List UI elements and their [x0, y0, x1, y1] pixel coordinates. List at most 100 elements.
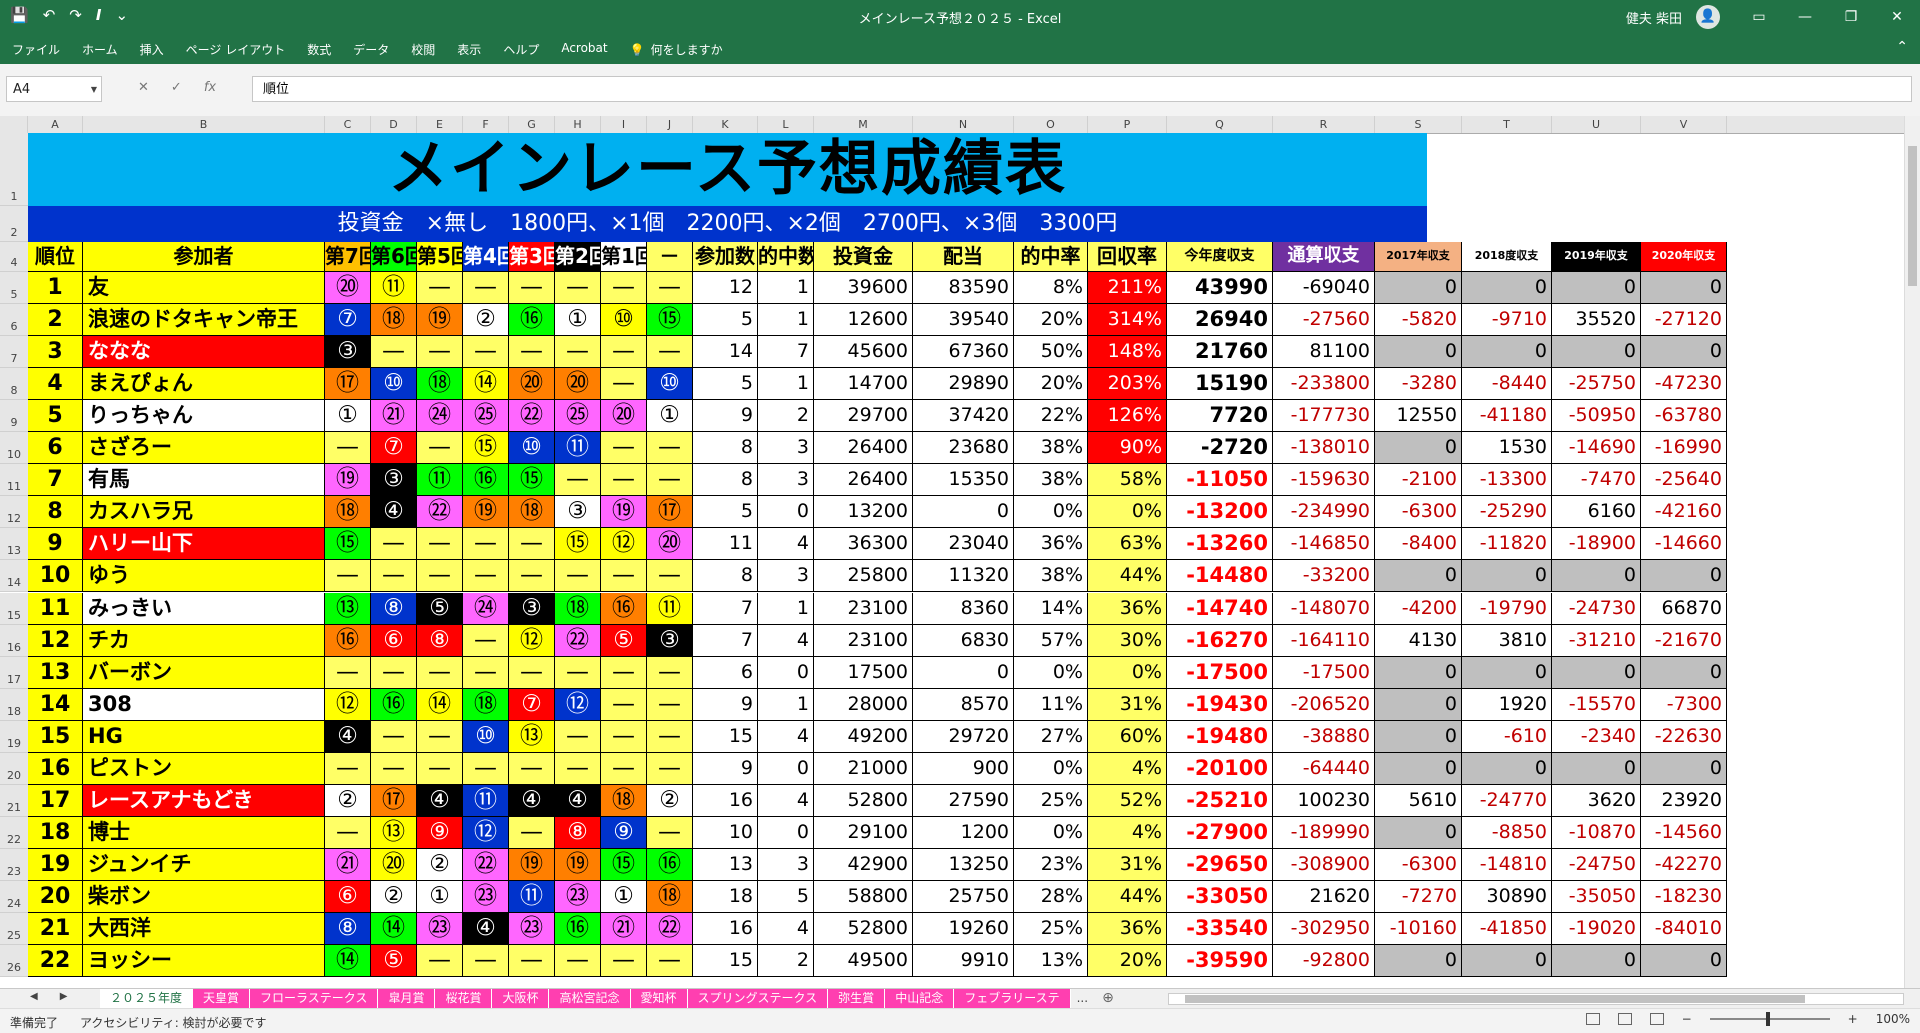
payout-cell[interactable]: 23040 [913, 528, 1014, 561]
race-result-cell[interactable]: ⑬ [371, 816, 417, 849]
race-result-cell[interactable]: — [555, 272, 601, 305]
row-header-5[interactable]: 5 [0, 272, 28, 305]
race-result-cell[interactable]: ㉕ [555, 400, 601, 433]
race-result-cell[interactable]: — [647, 560, 693, 593]
recovery-rate-cell[interactable]: 44% [1088, 880, 1167, 913]
race-result-cell[interactable]: ⑩ [371, 368, 417, 401]
race-result-cell[interactable]: — [555, 336, 601, 369]
column-header-I[interactable]: I [601, 116, 647, 133]
row-header-7[interactable]: 7 [0, 336, 28, 369]
participant-name-cell[interactable]: まえぴょん [83, 368, 325, 401]
investment-cell[interactable]: 39600 [814, 272, 913, 305]
race-result-cell[interactable]: — [601, 656, 647, 689]
yearly-balance-2018-cell[interactable]: 1920 [1462, 688, 1552, 721]
participant-name-cell[interactable]: みっきい [83, 592, 325, 625]
race-result-cell[interactable]: ⑯ [601, 592, 647, 625]
insert-function-icon[interactable]: fx [204, 80, 216, 95]
race-result-cell[interactable]: ⑱ [601, 784, 647, 817]
payout-cell[interactable]: 8360 [913, 592, 1014, 625]
ribbon-tab-2[interactable]: 挿入 [140, 41, 164, 58]
column-header-M[interactable]: M [814, 116, 913, 133]
column-header-G[interactable]: G [509, 116, 555, 133]
yearly-balance-2020-cell[interactable]: -14660 [1641, 528, 1727, 561]
race-result-cell[interactable]: — [555, 656, 601, 689]
ribbon-tab-5[interactable]: データ [353, 41, 389, 58]
race-result-cell[interactable]: ⑯ [509, 304, 555, 337]
race-result-cell[interactable]: ⑭ [325, 945, 371, 978]
header-cell-N[interactable]: 配当 [913, 242, 1014, 272]
race-result-cell[interactable]: — [463, 272, 509, 305]
race-result-cell[interactable]: ㉓ [509, 913, 555, 946]
total-balance-cell[interactable]: -69040 [1273, 272, 1375, 305]
row-header-13[interactable]: 13 [0, 528, 28, 561]
yearly-balance-2019-cell[interactable]: -31210 [1552, 624, 1641, 657]
season-balance-cell[interactable]: -11050 [1167, 464, 1273, 497]
column-header-D[interactable]: D [371, 116, 417, 133]
yearly-balance-2017-cell[interactable]: 0 [1375, 688, 1462, 721]
yearly-balance-2019-cell[interactable]: 0 [1552, 752, 1641, 785]
header-cell-B[interactable]: 参加者 [83, 242, 325, 272]
hit-count-cell[interactable]: 4 [758, 528, 814, 561]
column-header-B[interactable]: B [83, 116, 325, 133]
sheet-tab-2[interactable]: フローラステークス [250, 989, 379, 1008]
race-result-cell[interactable]: — [601, 945, 647, 978]
investment-cell[interactable]: 42900 [814, 848, 913, 881]
yearly-balance-2018-cell[interactable]: -24770 [1462, 784, 1552, 817]
race-result-cell[interactable]: ⑱ [555, 592, 601, 625]
row-header-19[interactable]: 19 [0, 720, 28, 753]
yearly-balance-2020-cell[interactable]: 66870 [1641, 592, 1727, 625]
hit-count-cell[interactable]: 2 [758, 400, 814, 433]
sheet-tab-11[interactable]: フェブラリーステ [954, 989, 1071, 1008]
tell-me-search[interactable]: 💡 何をしますか [630, 41, 723, 58]
sheet-tab-6[interactable]: 高松宮記念 [549, 989, 631, 1008]
race-result-cell[interactable]: — [417, 720, 463, 753]
header-cell-S[interactable]: 2017年収支 [1375, 242, 1462, 272]
investment-cell[interactable]: 17500 [814, 656, 913, 689]
race-result-cell[interactable]: — [647, 688, 693, 721]
header-cell-F[interactable]: 第4回 [463, 242, 509, 272]
total-balance-cell[interactable]: -33200 [1273, 560, 1375, 593]
investment-cell[interactable]: 23100 [814, 592, 913, 625]
participation-count-cell[interactable]: 18 [693, 880, 758, 913]
cancel-icon[interactable]: ✕ [138, 80, 149, 95]
participant-name-cell[interactable]: 有馬 [83, 464, 325, 497]
season-balance-cell[interactable]: -19430 [1167, 688, 1273, 721]
header-cell-M[interactable]: 投資金 [814, 242, 913, 272]
race-result-cell[interactable]: ⑮ [555, 528, 601, 561]
race-result-cell[interactable]: ⑫ [509, 624, 555, 657]
hit-rate-cell[interactable]: 22% [1014, 400, 1088, 433]
yearly-balance-2018-cell[interactable]: -8440 [1462, 368, 1552, 401]
recovery-rate-cell[interactable]: 314% [1088, 304, 1167, 337]
investment-cell[interactable]: 23100 [814, 624, 913, 657]
row-header-15[interactable]: 15 [0, 592, 28, 625]
sheet-tab-10[interactable]: 中山記念 [885, 989, 955, 1008]
recovery-rate-cell[interactable]: 0% [1088, 496, 1167, 529]
race-result-cell[interactable]: — [325, 432, 371, 465]
ribbon-tab-1[interactable]: ホーム [82, 41, 118, 58]
hit-rate-cell[interactable]: 0% [1014, 656, 1088, 689]
race-result-cell[interactable]: — [509, 816, 555, 849]
zoom-in-icon[interactable]: + [1848, 1012, 1858, 1026]
race-result-cell[interactable]: ⑨ [601, 816, 647, 849]
race-result-cell[interactable]: ㉔ [417, 400, 463, 433]
season-balance-cell[interactable]: 43990 [1167, 272, 1273, 305]
hit-count-cell[interactable]: 1 [758, 368, 814, 401]
restore-button[interactable]: ❐ [1828, 0, 1874, 34]
race-result-cell[interactable]: — [509, 752, 555, 785]
ribbon-tab-7[interactable]: 表示 [457, 41, 481, 58]
race-result-cell[interactable]: ㉒ [555, 624, 601, 657]
yearly-balance-2019-cell[interactable]: -24730 [1552, 592, 1641, 625]
yearly-balance-2020-cell[interactable]: 23920 [1641, 784, 1727, 817]
rank-cell[interactable]: 20 [28, 880, 83, 913]
hit-rate-cell[interactable]: 36% [1014, 528, 1088, 561]
season-balance-cell[interactable]: -27900 [1167, 816, 1273, 849]
total-balance-cell[interactable]: -164110 [1273, 624, 1375, 657]
hit-rate-cell[interactable]: 25% [1014, 913, 1088, 946]
race-result-cell[interactable]: — [647, 752, 693, 785]
recovery-rate-cell[interactable]: 36% [1088, 913, 1167, 946]
ribbon-tab-3[interactable]: ページ レイアウト [186, 41, 286, 58]
season-balance-cell[interactable]: -14740 [1167, 592, 1273, 625]
header-cell-J[interactable]: － [647, 242, 693, 272]
header-cell-D[interactable]: 第6回 [371, 242, 417, 272]
rank-cell[interactable]: 9 [28, 528, 83, 561]
